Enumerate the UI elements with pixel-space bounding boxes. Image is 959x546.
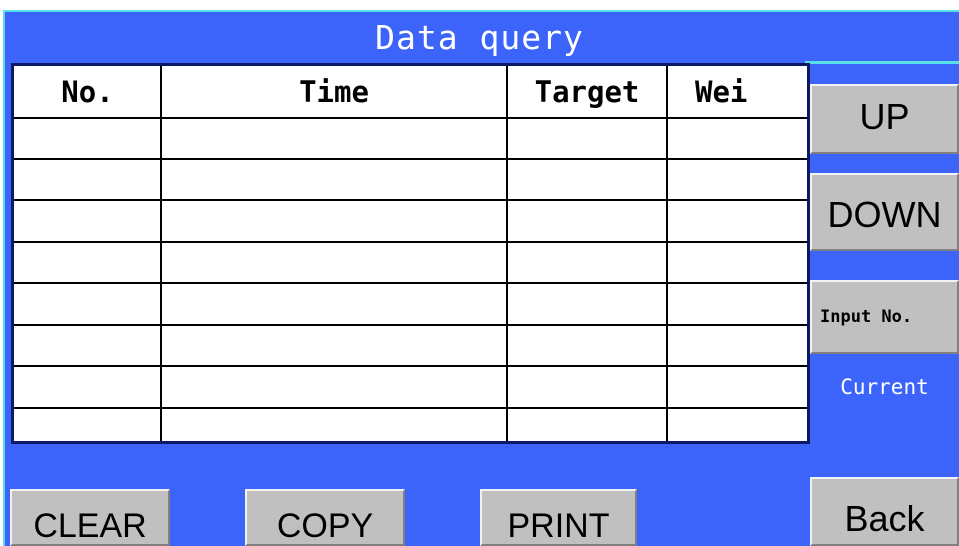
column-header-no: No. <box>61 75 114 109</box>
down-button-label: DOWN <box>827 194 942 235</box>
up-button-label: UP <box>859 96 910 137</box>
input-number-button[interactable]: Input No. <box>810 280 959 354</box>
current-label: Current <box>840 375 929 399</box>
print-button[interactable]: PRINT <box>480 489 637 546</box>
clear-button[interactable]: CLEAR <box>10 489 170 546</box>
title-divider <box>805 61 959 64</box>
up-button[interactable]: UP <box>810 84 959 154</box>
table-grid <box>14 66 807 441</box>
print-button-label: PRINT <box>507 507 610 545</box>
column-header-wei: Wei <box>695 75 748 109</box>
down-button[interactable]: DOWN <box>810 173 959 251</box>
column-header-target: Target <box>534 75 640 109</box>
back-button-label: Back <box>844 498 925 539</box>
copy-button-label: COPY <box>276 507 374 545</box>
clear-button-label: CLEAR <box>33 507 147 545</box>
data-table: No. Time Target Wei <box>11 63 810 444</box>
column-header-time: Time <box>299 75 369 109</box>
input-number-label: Input No. <box>820 307 913 327</box>
hmi-screen: Data query No. Time Target Wei UP DOWN I… <box>0 0 959 546</box>
back-button[interactable]: Back <box>810 477 959 546</box>
page-title: Data query <box>375 18 584 57</box>
copy-button[interactable]: COPY <box>245 489 405 546</box>
